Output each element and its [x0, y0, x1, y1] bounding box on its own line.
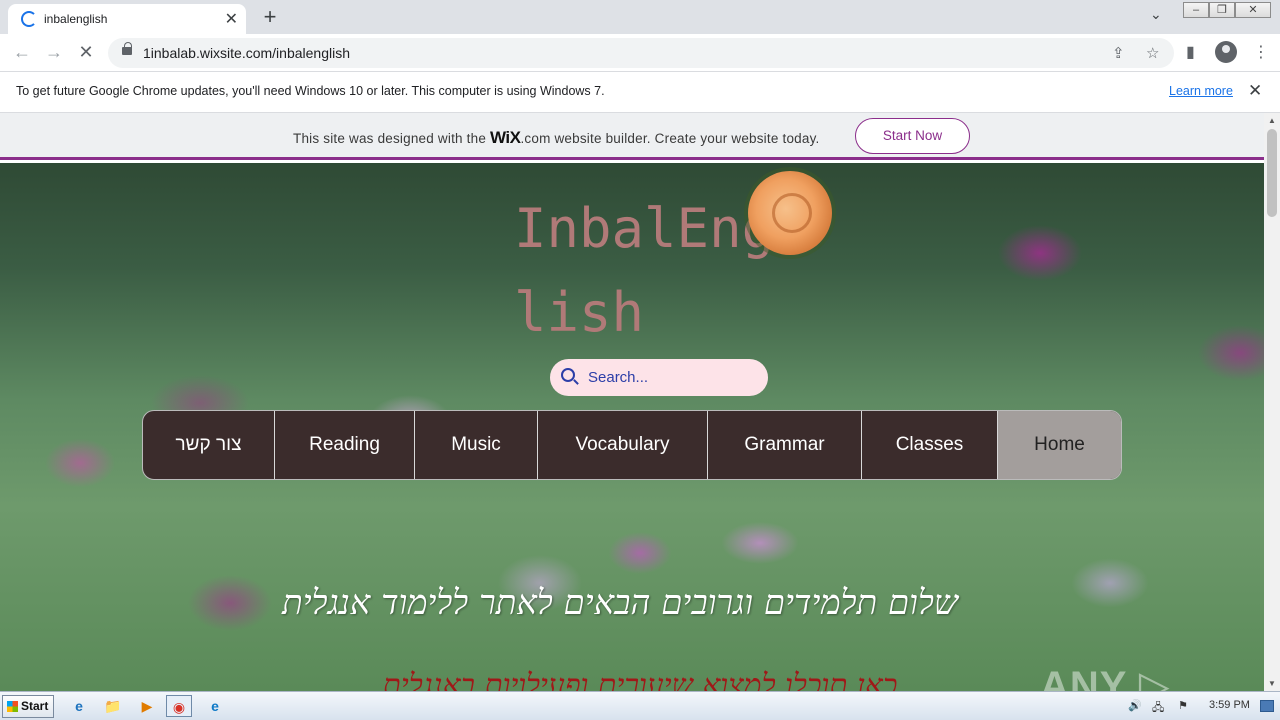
- site-title[interactable]: InbalEnglish: [514, 187, 784, 355]
- close-window-button[interactable]: ✕: [1235, 2, 1271, 18]
- search-placeholder: Search...: [588, 369, 649, 386]
- scroll-down-arrow-icon[interactable]: ▼: [1268, 679, 1276, 688]
- welcome-heading: שלום תלמידים וגרובים הבאים לאתר ללימוד א…: [282, 583, 958, 623]
- restore-button[interactable]: ❐: [1209, 2, 1235, 18]
- windows-taskbar: Start e 📁 ▶ ◉ e 🔊 🖧 ⚑ 3:59 PM: [0, 691, 1280, 720]
- tab-strip: inbalenglish ✕ + ⌄ – ❐ ✕: [0, 0, 1280, 34]
- new-tab-button[interactable]: +: [258, 4, 282, 30]
- wix-banner: This site was designed with the WiX.com …: [0, 113, 1264, 160]
- side-panel-icon[interactable]: ▮: [1186, 42, 1195, 62]
- site-search-input[interactable]: Search...: [550, 359, 768, 396]
- nav-item-vocabulary[interactable]: Vocabulary: [538, 411, 708, 479]
- chrome-menu-icon[interactable]: ⋮: [1253, 42, 1269, 62]
- close-tab-icon[interactable]: ✕: [225, 9, 238, 29]
- tab-inbalenglish[interactable]: inbalenglish ✕: [8, 4, 246, 34]
- learn-more-link[interactable]: Learn more: [1169, 84, 1233, 98]
- chrome-taskbar-icon[interactable]: ◉: [166, 695, 192, 717]
- browser-toolbar: ← → ✕ 1inbalab.wixsite.com/inbalenglish …: [0, 34, 1280, 72]
- internet-explorer-icon[interactable]: e: [66, 695, 92, 717]
- share-icon[interactable]: ⇪: [1112, 44, 1125, 62]
- minimize-button[interactable]: –: [1183, 2, 1209, 18]
- nav-item-grammar[interactable]: Grammar: [708, 411, 862, 479]
- wix-banner-text: This site was designed with the WiX.com …: [293, 128, 819, 148]
- action-center-flag-icon[interactable]: ⚑: [1178, 699, 1188, 712]
- loading-spinner-icon: [21, 11, 37, 27]
- search-icon[interactable]: [561, 368, 575, 382]
- stop-loading-icon[interactable]: ✕: [75, 42, 97, 63]
- nav-item-reading[interactable]: Reading: [275, 411, 415, 479]
- update-infobar: To get future Google Chrome updates, you…: [0, 72, 1280, 113]
- file-explorer-icon[interactable]: 📁: [100, 695, 126, 717]
- start-button[interactable]: Start: [2, 695, 54, 718]
- tab-search-icon[interactable]: ⌄: [1150, 6, 1162, 23]
- welcome-subline: כאן תוכלו למצוא שיעורים ופעילויות באנגלי…: [382, 668, 898, 691]
- wix-banner-suffix: .com website builder. Create your websit…: [520, 131, 820, 146]
- bookmark-star-icon[interactable]: ☆: [1146, 44, 1159, 62]
- taskbar-clock[interactable]: 3:59 PM: [1209, 699, 1250, 711]
- nav-item-contact[interactable]: צור קשר: [143, 411, 275, 479]
- lock-icon[interactable]: [122, 42, 132, 55]
- infobar-close-icon[interactable]: ✕: [1248, 81, 1262, 101]
- anyrun-watermark: ANY ▷ RUN: [1040, 664, 1171, 691]
- forward-arrow-icon[interactable]: →: [43, 42, 65, 63]
- tab-title: inbalenglish: [44, 12, 108, 26]
- media-player-icon[interactable]: ▶: [134, 695, 160, 717]
- nav-item-classes[interactable]: Classes: [862, 411, 998, 479]
- page-viewport: This site was designed with the WiX.com …: [0, 113, 1264, 691]
- wix-banner-prefix: This site was designed with the: [293, 131, 490, 146]
- nav-item-home[interactable]: Home: [998, 411, 1121, 479]
- back-arrow-icon[interactable]: ←: [11, 42, 33, 63]
- wix-logo[interactable]: WiX: [490, 128, 521, 147]
- address-bar[interactable]: 1inbalab.wixsite.com/inbalenglish ⇪ ☆: [108, 38, 1174, 68]
- nav-item-music[interactable]: Music: [415, 411, 538, 479]
- page-scrollbar[interactable]: ▲ ▼: [1264, 113, 1280, 691]
- start-now-button[interactable]: Start Now: [855, 118, 970, 154]
- network-icon[interactable]: 🖧: [1152, 699, 1164, 718]
- volume-icon[interactable]: 🔊: [1128, 699, 1142, 712]
- hero-section: InbalEnglish Search... צור קשר Reading M…: [0, 163, 1264, 691]
- infobar-message: To get future Google Chrome updates, you…: [16, 84, 605, 98]
- site-nav-menu: צור קשר Reading Music Vocabulary Grammar…: [142, 410, 1122, 480]
- rose-image: [748, 171, 832, 255]
- scrollbar-thumb[interactable]: [1267, 129, 1277, 217]
- edge-icon[interactable]: e: [202, 695, 228, 717]
- profile-avatar-icon[interactable]: [1215, 41, 1237, 63]
- scroll-up-arrow-icon[interactable]: ▲: [1268, 116, 1276, 125]
- show-desktop-icon[interactable]: [1260, 700, 1274, 712]
- url-text[interactable]: 1inbalab.wixsite.com/inbalenglish: [143, 45, 350, 61]
